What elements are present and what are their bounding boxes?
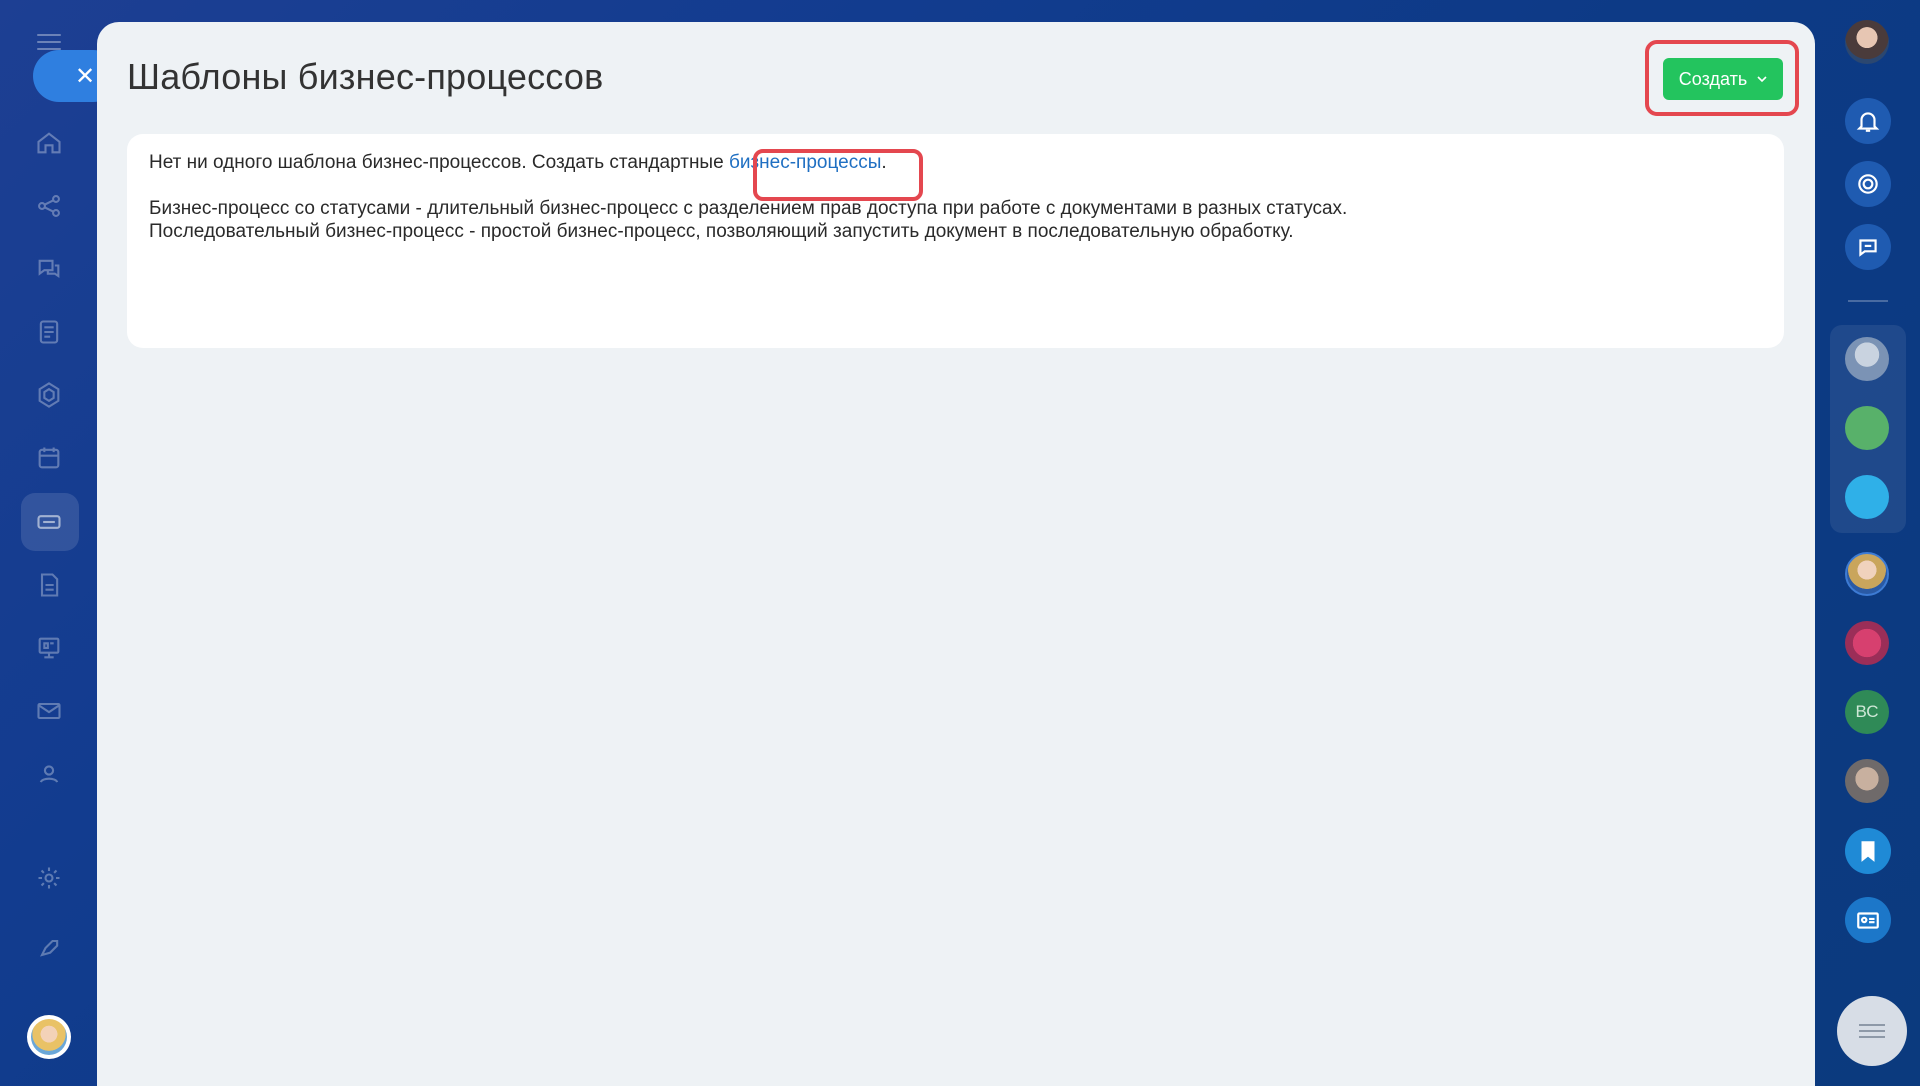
contact-card-icon[interactable] (1845, 897, 1891, 943)
info-card: Нет ни одного шаблона бизнес-процессов. … (127, 134, 1784, 348)
menu-icon[interactable] (37, 34, 61, 50)
open-lines-icon[interactable] (1845, 475, 1889, 519)
documents-icon[interactable] (31, 567, 67, 603)
feed-icon[interactable] (31, 314, 67, 350)
bookmark-icon[interactable] (1845, 828, 1891, 874)
empty-message-text: Нет ни одного шаблона бизнес-процессов. … (149, 152, 729, 173)
current-user-avatar[interactable] (1845, 20, 1889, 64)
chat-icon[interactable] (31, 251, 67, 287)
search-chat-icon[interactable] (1845, 224, 1891, 270)
presentation-icon[interactable] (31, 630, 67, 666)
list-icon (1859, 1020, 1885, 1042)
activity-icon[interactable] (1845, 161, 1891, 207)
mail-icon[interactable] (31, 693, 67, 729)
create-button-label: Создать (1678, 68, 1748, 89)
sequential-process-description: Последовательный бизнес-процесс - просто… (149, 221, 1294, 242)
contact-avatar-initials[interactable]: ВС (1845, 690, 1889, 734)
quick-menu-button[interactable] (1837, 996, 1907, 1066)
notifications-icon[interactable] (1845, 98, 1891, 144)
sidebar-divider (1848, 300, 1888, 302)
contact-avatar[interactable] (1845, 759, 1889, 803)
create-button[interactable]: Создать (1663, 58, 1783, 100)
group-chat-icon[interactable] (1845, 406, 1889, 450)
recent-chat-avatar[interactable] (1845, 552, 1889, 596)
page-title: Шаблоны бизнес-процессов (127, 56, 604, 97)
settings-icon[interactable] (31, 860, 67, 896)
home-icon[interactable] (31, 125, 67, 161)
link-highlight (753, 149, 923, 201)
chat-avatar[interactable] (1845, 337, 1889, 381)
status-process-description: Бизнес-процесс со статусами - длительный… (149, 198, 1348, 219)
automation-icon[interactable] (31, 504, 67, 540)
calendar-icon[interactable] (31, 440, 67, 476)
bot-avatar[interactable] (1845, 621, 1889, 665)
crm-icon[interactable] (31, 377, 67, 413)
employees-icon[interactable] (31, 756, 67, 792)
left-sidebar (0, 0, 96, 1086)
main-panel: Шаблоны бизнес-процессов Создать Нет ни … (97, 22, 1815, 1086)
close-icon: ✕ (74, 62, 96, 90)
rocket-icon[interactable] (31, 930, 67, 966)
chevron-down-icon (1757, 76, 1767, 83)
user-avatar[interactable] (27, 1015, 71, 1059)
workflow-icon[interactable] (31, 188, 67, 224)
